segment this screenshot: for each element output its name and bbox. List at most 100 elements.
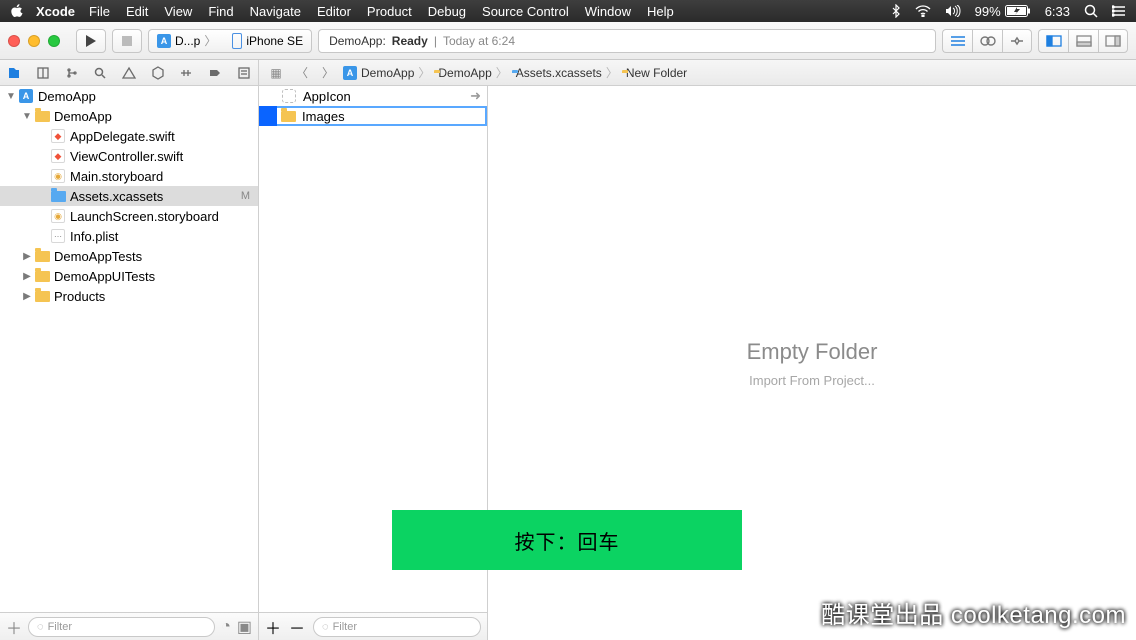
file-icon — [50, 188, 66, 204]
crumb-project[interactable]: ADemoApp — [343, 66, 414, 80]
disclosure-triangle[interactable]: ▶ — [22, 291, 32, 302]
spotlight-icon[interactable] — [1084, 4, 1098, 18]
scm-filter-icon[interactable]: ▣ — [237, 617, 252, 637]
tree-label: DemoApp — [54, 109, 250, 124]
app-name[interactable]: Xcode — [36, 4, 75, 19]
run-button[interactable] — [76, 29, 106, 53]
tree-row[interactable]: ◆ViewController.swift — [0, 146, 258, 166]
tree-row[interactable]: ▼ DemoApp — [0, 106, 258, 126]
debug-navigator-tab[interactable] — [172, 60, 201, 85]
battery-status[interactable]: 99% — [975, 4, 1031, 19]
file-tree[interactable]: ▼ADemoApp▼DemoApp◆AppDelegate.swift◆View… — [0, 86, 258, 612]
asset-appicon-row[interactable]: AppIcon ➜ — [259, 86, 487, 106]
menu-help[interactable]: Help — [647, 4, 674, 19]
tree-row[interactable]: Assets.xcassetsM — [0, 186, 258, 206]
go-arrow-icon[interactable]: ➜ — [470, 88, 481, 104]
tree-row[interactable]: ▶Products — [0, 286, 258, 306]
disclosure-triangle[interactable]: ▶ — [22, 251, 32, 262]
minimize-window-button[interactable] — [28, 35, 40, 47]
jump-bar[interactable]: ▦ 〈 〉 ADemoApp〉 DemoApp〉 Assets.xcassets… — [259, 60, 1136, 85]
file-icon: ⋯ — [50, 228, 66, 244]
project-navigator-tab[interactable] — [0, 60, 29, 85]
zoom-window-button[interactable] — [48, 35, 60, 47]
crumb-group[interactable]: DemoApp — [434, 66, 491, 80]
tree-label: Assets.xcassets — [70, 189, 237, 204]
project-navigator: ▼ADemoApp▼DemoApp◆AppDelegate.swift◆View… — [0, 86, 259, 640]
tree-row[interactable]: ▶DemoAppUITests — [0, 266, 258, 286]
toggle-utilities-button[interactable] — [1098, 29, 1128, 53]
asset-filter[interactable]: ◌Filter — [313, 617, 481, 637]
file-icon: ◉ — [50, 168, 66, 184]
version-editor-button[interactable] — [1002, 29, 1032, 53]
tree-label: AppDelegate.swift — [70, 129, 250, 144]
asset-add-button[interactable]: ＋ — [265, 615, 281, 639]
disclosure-triangle[interactable]: ▼ — [22, 111, 32, 122]
tree-row[interactable]: ◉ LaunchScreen.storyboard — [0, 206, 258, 226]
import-from-project-link[interactable]: Import From Project... — [749, 373, 875, 388]
navigator-selector — [0, 60, 259, 85]
menu-navigate[interactable]: Navigate — [250, 4, 301, 19]
report-navigator-tab[interactable] — [229, 60, 258, 85]
tree-row[interactable]: ▶ DemoAppTests — [0, 246, 258, 266]
asset-remove-button[interactable]: － — [289, 615, 305, 639]
tree-label: DemoAppTests — [54, 249, 250, 264]
editor-mode-group — [942, 29, 1032, 53]
find-navigator-tab[interactable] — [86, 60, 115, 85]
recent-filter-icon[interactable]: ◔ — [221, 618, 231, 636]
menu-editor[interactable]: Editor — [317, 4, 351, 19]
volume-icon[interactable] — [945, 5, 961, 17]
tree-row[interactable]: ◆ AppDelegate.swift — [0, 126, 258, 146]
bluetooth-icon[interactable] — [891, 4, 901, 18]
scheme-target: D...p — [175, 34, 200, 48]
asset-new-folder-row[interactable] — [259, 106, 487, 126]
menu-window[interactable]: Window — [585, 4, 631, 19]
tree-label: Main.storyboard — [70, 169, 250, 184]
scheme-selector[interactable]: AD...p〉 iPhone SE — [148, 29, 312, 53]
assistant-editor-button[interactable] — [972, 29, 1002, 53]
toggle-debug-area-button[interactable] — [1068, 29, 1098, 53]
toggle-navigator-button[interactable] — [1038, 29, 1068, 53]
menu-file[interactable]: File — [89, 4, 110, 19]
test-navigator-tab[interactable] — [143, 60, 172, 85]
crumb-assets[interactable]: Assets.xcassets — [512, 66, 602, 80]
menu-source-control[interactable]: Source Control — [482, 4, 569, 19]
source-control-navigator-tab[interactable] — [29, 60, 58, 85]
asset-name-input[interactable] — [302, 109, 479, 124]
breakpoint-navigator-tab[interactable] — [201, 60, 230, 85]
crumb-newfolder[interactable]: New Folder — [622, 66, 687, 80]
go-back-button[interactable]: 〈 — [291, 64, 313, 81]
navigator-filter[interactable]: ◌Filter — [28, 617, 215, 637]
filter-icon: ◌ — [37, 621, 44, 633]
go-forward-button[interactable]: 〉 — [317, 64, 339, 81]
issue-navigator-tab[interactable] — [115, 60, 144, 85]
file-icon: ◉ — [50, 208, 66, 224]
file-icon — [34, 288, 50, 304]
tree-row[interactable]: ◉ Main.storyboard — [0, 166, 258, 186]
close-window-button[interactable] — [8, 35, 20, 47]
battery-percent: 99% — [975, 4, 1001, 19]
menu-view[interactable]: View — [164, 4, 192, 19]
tree-row[interactable]: ⋯Info.plist — [0, 226, 258, 246]
menu-find[interactable]: Find — [208, 4, 233, 19]
menu-debug[interactable]: Debug — [428, 4, 466, 19]
related-items-icon[interactable]: ▦ — [265, 66, 287, 80]
standard-editor-button[interactable] — [942, 29, 972, 53]
wifi-icon[interactable] — [915, 5, 931, 17]
menu-product[interactable]: Product — [367, 4, 412, 19]
tree-label: LaunchScreen.storyboard — [70, 209, 250, 224]
clock[interactable]: 6:33 — [1045, 4, 1070, 19]
tree-label: ViewController.swift — [70, 149, 250, 164]
add-button[interactable]: ＋ — [6, 615, 22, 639]
stop-button[interactable] — [112, 29, 142, 53]
tree-row[interactable]: ▼ADemoApp — [0, 86, 258, 106]
notification-center-icon[interactable] — [1112, 5, 1126, 17]
apple-menu-icon[interactable] — [10, 4, 24, 18]
file-icon: ◆ — [50, 128, 66, 144]
disclosure-triangle[interactable]: ▼ — [6, 91, 16, 102]
disclosure-triangle[interactable]: ▶ — [22, 271, 32, 282]
asset-outline-footer: ＋ － ◌Filter — [259, 612, 487, 640]
menu-edit[interactable]: Edit — [126, 4, 148, 19]
status-state: Ready — [392, 34, 428, 48]
activity-view: DemoApp: Ready | Today at 6:24 — [318, 29, 936, 53]
symbol-navigator-tab[interactable] — [57, 60, 86, 85]
